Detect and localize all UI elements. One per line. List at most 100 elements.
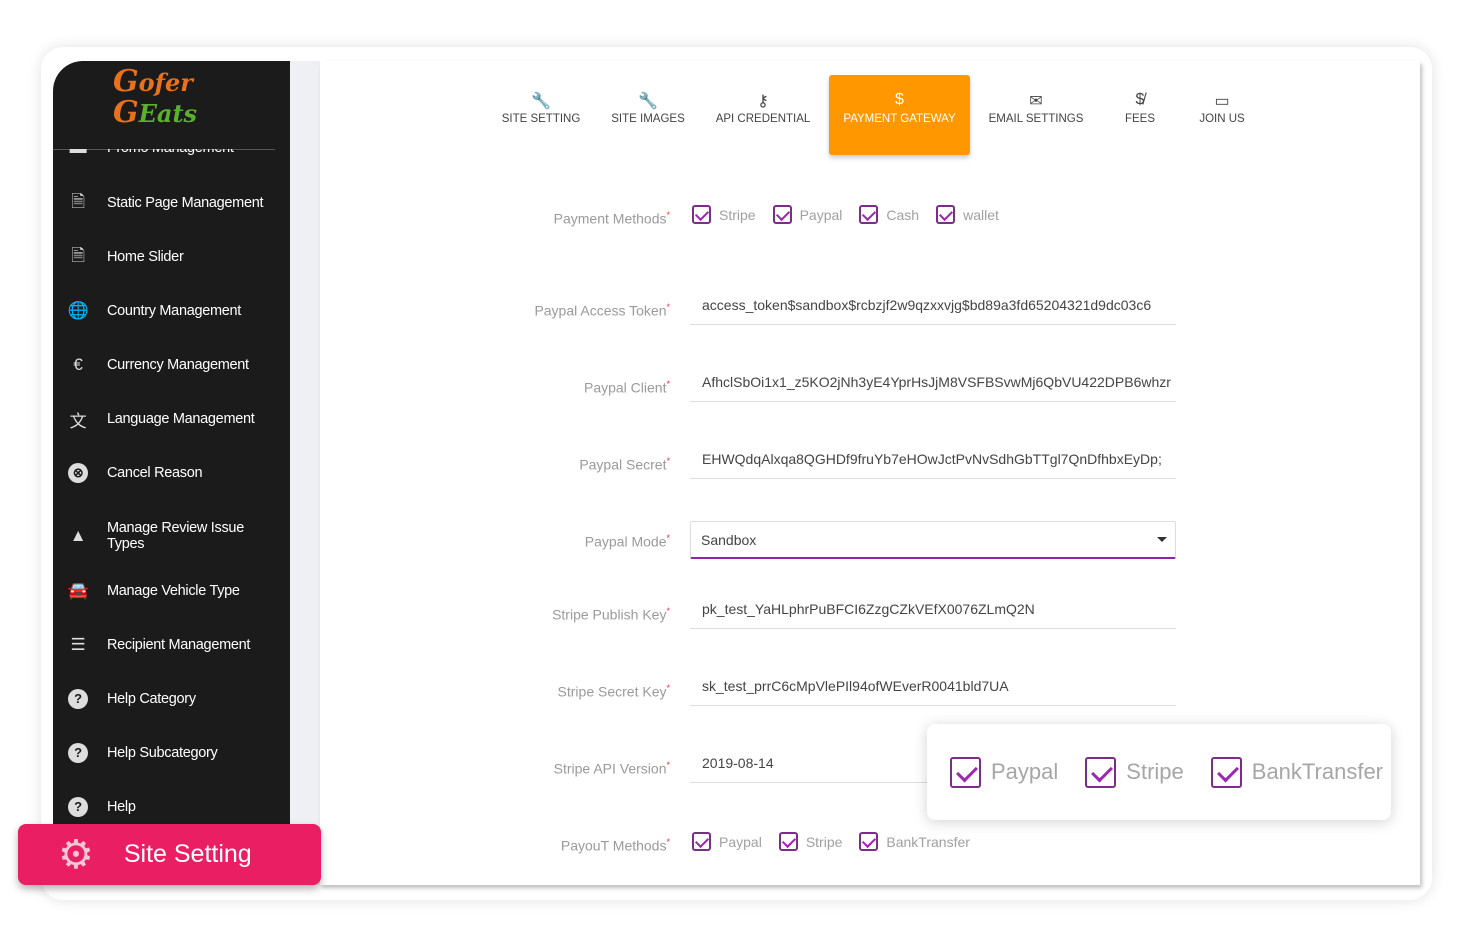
checkbox-label: BankTransfer [886, 833, 970, 850]
help-icon: ? [68, 797, 88, 817]
checkbox-checked-icon [859, 832, 879, 851]
checkbox-checked-icon [692, 832, 711, 851]
tab-label: PAYMENT GATEWAY [843, 113, 956, 125]
checkbox-paypal[interactable]: Paypal [950, 756, 1059, 788]
paypal-client-input[interactable]: AfhclSbOi1x1_z5KO2jNh3yE4YprHsJjM8VSFBSv… [690, 366, 1176, 402]
sidebar-item-language-management[interactable]: 文 Language Management [53, 407, 290, 431]
sidebar-item-cancel-reason[interactable]: ⊗ Cancel Reason [53, 461, 290, 485]
checkbox-label: Paypal [991, 759, 1059, 784]
devices-icon: ▭ [1214, 93, 1230, 110]
help-icon: ? [68, 689, 88, 709]
checkbox-checked-icon [778, 832, 798, 851]
stripe-publish-key-input[interactable]: pk_test_YaHLphrPuBFCI6ZzgCZkVEfX0076ZLmQ… [690, 593, 1176, 629]
checkbox-stripe[interactable]: Stripe [692, 205, 756, 224]
sidebar-item-recipient-management[interactable]: ☰ Recipient Management [53, 633, 290, 657]
sidebar-item-manage-vehicle-type[interactable]: 🚘 Manage Vehicle Type [53, 579, 290, 603]
sidebar-item-country-management[interactable]: 🌐 Country Management [53, 299, 290, 323]
site-setting-label: Site Setting [123, 840, 252, 868]
sidebar-item-label: Home Slider [107, 249, 184, 265]
paypal-client-label: Paypal Client* [583, 379, 670, 396]
stripe-api-version-label: Stripe API Version* [553, 760, 670, 777]
checkbox-stripe[interactable]: Stripe [1085, 756, 1184, 788]
paypal-secret-label: Paypal Secret* [579, 456, 670, 473]
tab-join-us[interactable]: ▭ JOIN US [1190, 75, 1254, 155]
sidebar-item-label: Help Category [107, 691, 196, 707]
wrench-icon: 🔧 [638, 93, 658, 110]
sidebar-item-label: Manage Review Issue Types [107, 520, 244, 552]
checkbox-cash[interactable]: Cash [859, 205, 919, 224]
dollar-icon: $ [895, 91, 904, 108]
sidebar-item-label: Manage Vehicle Type [107, 583, 240, 599]
envelope-icon: ✉ [1029, 93, 1043, 110]
stripe-secret-key-label: Stripe Secret Key* [557, 683, 670, 700]
sidebar-item-label: Promo Management [107, 140, 234, 156]
sidebar-item-label: Help Subcategory [107, 745, 218, 761]
sidebar-item-static-page-management[interactable]: 🗎 Static Page Management [53, 191, 290, 215]
checkbox-stripe[interactable]: Stripe [778, 832, 843, 851]
checkbox-label: Paypal [799, 206, 843, 223]
warning-icon: ▲ [69, 526, 87, 545]
checkbox-banktransfer[interactable]: BankTransfer [1210, 756, 1384, 788]
stripe-publish-key-label: Stripe Publish Key* [552, 606, 670, 623]
caret-down-icon [1157, 537, 1167, 542]
sidebar-item-currency-management[interactable]: € Currency Management [53, 353, 290, 377]
tab-email-settings[interactable]: ✉ EMAIL SETTINGS [980, 75, 1092, 155]
checkbox-label: wallet [963, 206, 999, 223]
file-icon: 🗎 [71, 245, 85, 265]
tab-label: SITE SETTING [501, 113, 581, 125]
site-setting-button[interactable]: ⚙ Site Setting [18, 824, 321, 885]
sidebar-item-label: Cancel Reason [107, 465, 203, 481]
sidebar: Gofer GEats ▬ Promo Management 🗎 Static Page… [53, 61, 290, 885]
tab-payment-gateway[interactable]: $ PAYMENT GATEWAY [829, 75, 970, 155]
checkbox-label: Paypal [719, 833, 762, 850]
cancel-icon: ⊗ [68, 463, 88, 483]
sidebar-item-help-subcategory[interactable]: ? Help Subcategory [53, 741, 290, 765]
checkbox-paypal[interactable]: Paypal [692, 832, 762, 851]
paypal-mode-label: Paypal Mode* [584, 533, 670, 550]
sidebar-item-label: Static Page Management [107, 195, 264, 211]
checkbox-checked-icon [1210, 756, 1242, 788]
help-icon: ? [68, 743, 88, 763]
paypal-access-token-input[interactable]: access_token$sandbox$rcbzjf2w9qzxxvjg$bd… [690, 289, 1176, 325]
checkbox-checked-icon [1085, 756, 1117, 788]
globe-icon: 🌐 [67, 301, 89, 320]
stripe-secret-key-input[interactable]: sk_test_prrC6cMpVlePIl94ofWEverR0041bld7… [690, 670, 1176, 706]
euro-icon: € [73, 355, 83, 374]
checkbox-wallet[interactable]: wallet [936, 205, 999, 224]
file-icon: 🗎 [71, 191, 85, 211]
sidebar-item-help[interactable]: ? Help [53, 795, 290, 819]
sidebar-item-home-slider[interactable]: 🗎 Home Slider [53, 245, 290, 269]
checkbox-label: Stripe [719, 206, 756, 223]
checkbox-label: Cash [886, 206, 920, 223]
tab-label: SITE IMAGES [611, 113, 685, 125]
checkbox-paypal[interactable]: Paypal [772, 205, 843, 224]
tab-site-images[interactable]: 🔧 SITE IMAGES [600, 75, 696, 155]
checkbox-label: BankTransfer [1251, 759, 1384, 784]
sidebar-item-manage-review-issue-types[interactable]: ▲ Manage Review Issue Types [53, 513, 290, 559]
paypal-mode-select[interactable]: Sandbox [690, 521, 1176, 559]
checkbox-checked-icon [692, 205, 711, 224]
sidebar-item-label: Help [107, 799, 136, 815]
gear-icon: ⚙ [58, 832, 94, 877]
tab-fees[interactable]: $̸ FEES [1110, 75, 1170, 155]
checkbox-banktransfer[interactable]: BankTransfer [859, 832, 970, 851]
tab-api-credential[interactable]: ⚷ API CREDENTIAL [705, 75, 821, 155]
translate-icon: 文 [69, 411, 87, 431]
tab-label: API CREDENTIAL [715, 113, 811, 125]
tab-label: FEES [1124, 113, 1156, 125]
payout-methods-group: Paypal Stripe BankTransfer [692, 832, 987, 851]
tab-site-setting[interactable]: 🔧 SITE SETTING [490, 75, 592, 155]
sidebar-item-promo-management[interactable]: ▬ Promo Management [53, 138, 290, 160]
paypal-secret-input[interactable]: EHWQdqAlxqa8QGHDf9fruYb7eHOwJctPvNvSdhGb… [690, 443, 1176, 479]
promo-icon: ▬ [69, 138, 87, 157]
checkbox-label: Stripe [805, 833, 843, 850]
tab-label: JOIN US [1199, 113, 1245, 125]
payment-methods-label: Payment Methods* [553, 210, 670, 227]
checkbox-checked-icon [936, 205, 956, 224]
gofer-eats-logo: Gofer GEats [113, 64, 198, 130]
wrench-icon: 🔧 [531, 93, 551, 110]
key-icon: ⚷ [757, 93, 769, 110]
checkbox-checked-icon [859, 205, 879, 224]
payment-methods-group: Stripe Paypal Cash wallet [692, 205, 1016, 224]
sidebar-item-help-category[interactable]: ? Help Category [53, 687, 290, 711]
